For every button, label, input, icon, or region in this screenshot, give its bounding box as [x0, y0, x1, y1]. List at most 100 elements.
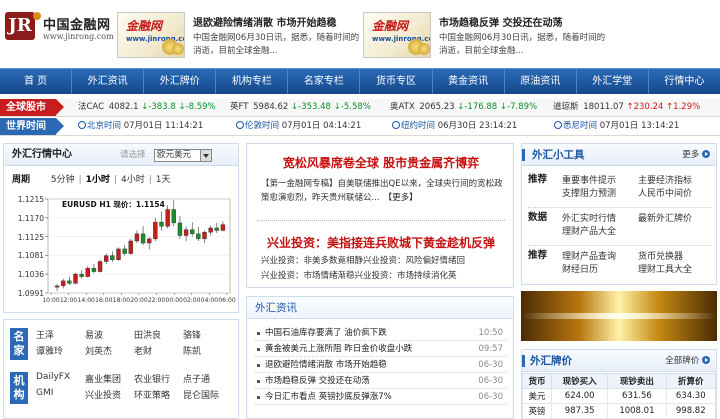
list-item[interactable]: 黄金被美元上涨所阻 昨日金价收盘小跌 09:57	[255, 341, 507, 357]
divider	[257, 220, 505, 221]
period-1day[interactable]: 1天	[156, 175, 171, 185]
tool-link[interactable]: 外汇实时行情	[562, 211, 638, 224]
tool-link[interactable]: 重要事件提示	[562, 173, 638, 186]
tool-link[interactable]: 最新外汇牌价	[638, 211, 714, 224]
candle-body	[159, 221, 164, 227]
list-item[interactable]: 今日汇市看点 英镑抄底反弹涨7% 06-30	[255, 389, 507, 405]
x-tick-label: 06:00	[218, 297, 235, 304]
y-tick-label: 1.1125	[18, 233, 44, 242]
panel-accent-bar	[522, 355, 525, 367]
table-row: 英镑 987.35 1008.01 998.82	[522, 403, 716, 419]
stock-item[interactable]: 法CAC 4082.1 ↓-383.8 ↓-8.59%	[78, 99, 216, 116]
tool-link[interactable]: 理财产品大全	[562, 224, 638, 237]
expert-link[interactable]: 易波	[85, 328, 134, 341]
promo-image: 金融网 www.jinrong.com	[117, 12, 185, 58]
nav-fx-news[interactable]: 外汇资讯	[72, 69, 145, 94]
candle-body	[171, 209, 176, 224]
y-tick-label: 1.1170	[18, 214, 44, 223]
institution-link[interactable]: 嘉业集团	[85, 372, 134, 385]
headline-2[interactable]: 兴业投资：美指接连兵败城下黄金趁机反弹	[247, 234, 515, 251]
stock-item[interactable]: 道琼斯 18011.07 ↑230.24 ↑1.29%	[553, 99, 700, 116]
nav-gold[interactable]: 黄金资讯	[433, 69, 505, 94]
expert-link[interactable]: 老财	[134, 344, 183, 357]
list-item[interactable]: 中国石油库存要满了 油价疯下跌 10:50	[255, 325, 507, 341]
institution-tag: 机构	[10, 372, 28, 404]
nav-home[interactable]: 首 页	[0, 69, 73, 94]
period-5min[interactable]: 5分钟	[51, 175, 75, 185]
institution-link[interactable]: 农业银行	[134, 372, 183, 385]
tool-list: 外汇实时行情 最新外汇牌价 理财产品大全	[562, 211, 714, 237]
site-logo[interactable]: JR 中国金融网 www.jinrong.com	[5, 12, 117, 48]
x-tick-label: 02:00	[183, 297, 200, 304]
period-1hour[interactable]: 1小时	[86, 175, 110, 185]
clock-icon	[554, 121, 562, 129]
gold-banner-ad[interactable]	[521, 291, 717, 341]
all-rates-link[interactable]: 全部牌价	[665, 350, 710, 372]
x-tick-label: 16:00	[95, 297, 112, 304]
nav-fx-school[interactable]: 外汇学堂	[577, 69, 649, 94]
expert-link[interactable]: 田洪良	[134, 328, 183, 341]
tool-link[interactable]: 货币兑换器	[638, 249, 714, 262]
stock-item[interactable]: 英FT 5984.62 ↓-353.48 ↓-5.58%	[230, 99, 371, 116]
expert-tag: 名家	[10, 328, 28, 360]
tool-link[interactable]: 人民币中间价	[638, 186, 714, 199]
period-4hour[interactable]: 4小时	[121, 175, 145, 185]
x-tick-label: 18:00	[113, 297, 130, 304]
tool-link[interactable]: 主要经济指标	[638, 173, 714, 186]
more-link[interactable]: 【更多】	[384, 193, 418, 203]
promo-desc: 中国金融网06月30日讯，据悉，随着时间的消逝，目前全球金融...	[193, 33, 360, 56]
institution-link[interactable]: 昆仑国际	[183, 388, 232, 401]
table-header-row: 货币 现钞买入 现钞卖出 折算价	[522, 373, 716, 389]
nav-experts[interactable]: 名家专栏	[288, 69, 361, 94]
expert-link[interactable]: 谭雅玲	[36, 344, 85, 357]
expert-link[interactable]: 王泽	[36, 328, 85, 341]
middle-column: 宽松风暴席卷全球 股市贵金属齐博弈 【第一金融网专稿】自美联储推出QE以来，全球…	[246, 143, 514, 419]
clock-item: 悉尼时间 07月01日 13:14:21	[554, 118, 679, 135]
table-row: 美元 624.00 631.56 634.30	[522, 388, 716, 404]
expert-link[interactable]: 骆锋	[183, 328, 232, 341]
list-item[interactable]: 市场趋稳反弹 交投还在动荡 06-30	[255, 373, 507, 389]
sub-news-row: 兴业投资：市场情绪渐稳 兴业投资：市场持续消化英	[261, 269, 505, 283]
institution-link[interactable]: 环亚策略	[134, 388, 183, 401]
promo-card-2[interactable]: 金融网 www.jinrong.com 市场趋稳反弹 交投还在动荡 中国金融网0…	[363, 12, 613, 62]
clock-item: 伦敦时间 07月01日 04:14:21	[236, 118, 361, 135]
clock-icon	[236, 121, 244, 129]
tool-link[interactable]: 财经日历	[562, 262, 638, 275]
candle-body	[128, 240, 133, 254]
list-item[interactable]: 退欧避险情绪消散 市场开始趋稳 06-30	[255, 357, 507, 373]
candle-body	[153, 221, 158, 240]
sub-news-row: 兴业投资：非美多数竟相静 兴业投资：风险偏好情绪回	[261, 254, 505, 268]
sub-news-link[interactable]: 兴业投资：非美多数竟相静	[261, 254, 363, 268]
nav-fx-rates[interactable]: 外汇牌价	[144, 69, 217, 94]
nav-institutions[interactable]: 机构专栏	[216, 69, 289, 94]
tool-link[interactable]: 理财工具大全	[638, 262, 714, 275]
currency-pair-select[interactable]: 欧元美元	[154, 149, 212, 162]
more-tools-link[interactable]: 更多	[682, 144, 710, 166]
column-header: 货币	[522, 373, 552, 389]
select-label: 请选择	[120, 150, 146, 160]
stock-item[interactable]: 奥ATX 2065.23 ↓-176.88 ↓-7.89%	[390, 99, 537, 116]
headline-1[interactable]: 宽松风暴席卷全球 股市贵金属齐博弈	[247, 154, 515, 171]
nav-quotes[interactable]: 行情中心	[649, 69, 720, 94]
institution-link[interactable]: 点子通	[183, 372, 232, 385]
tool-link[interactable]: 理财产品查询	[562, 249, 638, 262]
y-tick-label: 1.1081	[18, 251, 44, 260]
column-header: 折算价	[665, 373, 716, 389]
tool-group-title: 推荐	[528, 174, 548, 185]
expert-list: 王泽 易波 田洪良 骆锋 谭雅玲 刘英杰 老财 陈凯	[36, 328, 232, 357]
tool-link[interactable]: 支撑阻力预测	[562, 186, 638, 199]
nav-currency[interactable]: 货币专区	[360, 69, 433, 94]
global-stocks-row: 全球股市 法CAC 4082.1 ↓-383.8 ↓-8.59% 英FT 598…	[0, 99, 720, 117]
nav-oil[interactable]: 原油资讯	[505, 69, 577, 94]
institution-link[interactable]: GMI	[36, 388, 85, 401]
institution-link[interactable]: DailyFX	[36, 372, 85, 385]
table-cell: 998.82	[665, 403, 716, 419]
promo-card-1[interactable]: 金融网 www.jinrong.com 退欧避险情绪消散 市场开始趋稳 中国金融…	[117, 12, 365, 62]
institution-link[interactable]: 兴业投资	[85, 388, 134, 401]
sub-news-link[interactable]: 兴业投资：风险偏好情绪回	[363, 254, 465, 268]
expert-link[interactable]: 刘英杰	[85, 344, 134, 357]
sub-news-link[interactable]: 兴业投资：市场情绪渐稳	[261, 269, 355, 283]
period-separator: |	[148, 175, 152, 185]
sub-news-link[interactable]: 兴业投资：市场持续消化英	[355, 269, 457, 283]
expert-link[interactable]: 陈凯	[183, 344, 232, 357]
